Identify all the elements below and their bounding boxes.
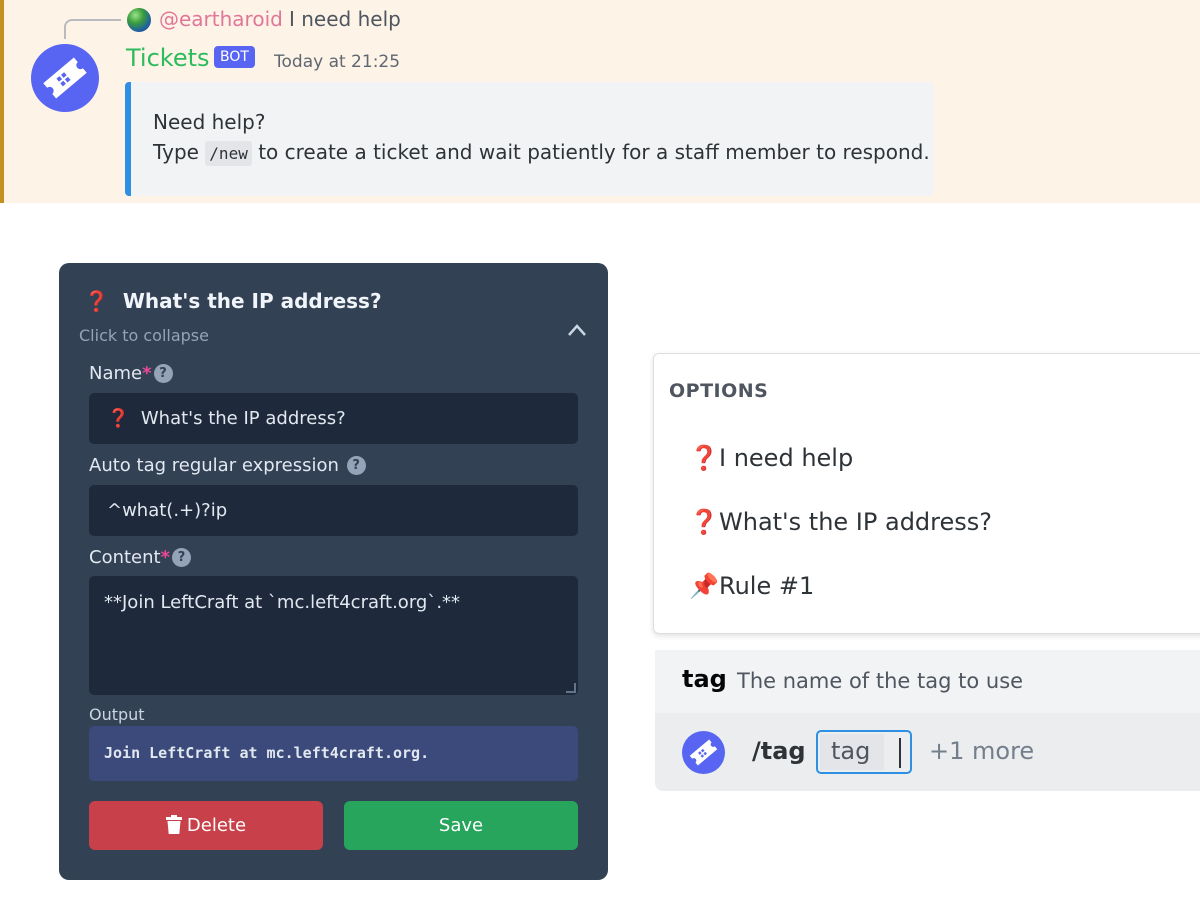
regex-input[interactable]: ^what(.+)?ip	[89, 485, 578, 536]
delete-button-label: Delete	[186, 815, 247, 836]
author-name[interactable]: Tickets	[126, 44, 210, 72]
embed-description: Type /new to create a ticket and wait pa…	[153, 140, 930, 166]
more-options-link[interactable]: +1 more	[929, 737, 1034, 765]
question-icon: ❓	[689, 444, 719, 472]
reply-text[interactable]: I need help	[289, 7, 401, 31]
content-textarea-value: **Join LeftCraft at `mc.left4craft.org`.…	[104, 592, 461, 613]
question-icon: ❓	[689, 508, 719, 536]
option-item[interactable]: 📌Rule #1	[689, 572, 814, 600]
tag-option-input[interactable]: tag	[816, 730, 912, 774]
output-preview: Join LeftCraft at mc.left4craft.org.	[89, 726, 578, 781]
required-icon: *	[142, 363, 152, 384]
reply-username[interactable]: @eartharoid	[159, 7, 283, 31]
chevron-up-icon[interactable]	[567, 323, 587, 337]
bot-badge: BOT	[214, 46, 255, 68]
param-description: The name of the tag to use	[737, 669, 1024, 693]
command-bar: /tag tag +1 more	[655, 713, 1200, 791]
slash-command-name: /tag	[752, 737, 806, 765]
message-embed: Need help? Type /new to create a ticket …	[125, 82, 934, 196]
bot-avatar	[682, 731, 725, 774]
pushpin-icon: 📌	[689, 572, 719, 600]
save-button[interactable]: Save	[344, 801, 578, 850]
help-icon[interactable]: ?	[153, 364, 173, 383]
panel-title[interactable]: ❓ What's the IP address?	[84, 289, 382, 313]
options-heading: OPTIONS	[669, 380, 769, 402]
embed-title: Need help?	[153, 110, 266, 134]
content-label-text: Content	[89, 547, 161, 568]
option-item[interactable]: ❓I need help	[689, 444, 853, 472]
delete-button[interactable]: Delete	[89, 801, 323, 850]
option-item[interactable]: ❓What's the IP address?	[689, 508, 992, 536]
option-chip-label: tag	[831, 737, 871, 765]
option-label: What's the IP address?	[719, 508, 993, 536]
help-icon[interactable]: ?	[172, 548, 192, 567]
name-input[interactable]: ❓ What's the IP address?	[89, 393, 578, 444]
option-label: Rule #1	[719, 572, 815, 600]
panel-title-text: What's the IP address?	[122, 289, 382, 313]
name-label: Name*?	[89, 363, 173, 384]
ticket-icon	[689, 739, 718, 766]
trash-icon	[165, 815, 182, 834]
output-label: Output	[89, 705, 145, 724]
content-label: Content*?	[89, 547, 192, 568]
resize-handle[interactable]	[566, 683, 576, 693]
embed-text-suffix: to create a ticket and wait patiently fo…	[258, 140, 930, 164]
embed-text-prefix: Type	[153, 140, 199, 164]
regex-input-value: ^what(.+)?ip	[107, 500, 228, 521]
required-icon: *	[160, 547, 171, 568]
name-label-text: Name	[89, 363, 143, 384]
text-caret	[899, 738, 901, 768]
content-textarea[interactable]: **Join LeftCraft at `mc.left4craft.org`.…	[89, 576, 578, 695]
ticket-icon	[43, 57, 87, 99]
command-param-hint: tag The name of the tag to use	[655, 650, 1200, 713]
option-label: I need help	[719, 444, 854, 472]
regex-label: Auto tag regular expression ?	[89, 455, 366, 476]
bot-avatar[interactable]	[31, 44, 99, 112]
question-icon: ❓	[107, 408, 130, 429]
name-input-value: What's the IP address?	[140, 408, 346, 429]
regex-label-text: Auto tag regular expression	[89, 455, 339, 476]
question-icon: ❓	[84, 289, 109, 313]
reply-avatar[interactable]	[127, 8, 151, 32]
embed-inline-code: /new	[205, 141, 252, 166]
param-name: tag	[682, 665, 727, 693]
message-timestamp: Today at 21:25	[274, 52, 401, 72]
collapse-hint[interactable]: Click to collapse	[79, 326, 209, 345]
options-popup: OPTIONS ❓I need help ❓What's the IP addr…	[653, 353, 1200, 634]
chat-message: @eartharoid I need help Tickets BOT Toda…	[0, 0, 1200, 203]
reply-connector	[64, 19, 121, 39]
tag-editor-panel: ❓ What's the IP address? Click to collap…	[59, 263, 608, 880]
help-icon[interactable]: ?	[346, 456, 366, 475]
